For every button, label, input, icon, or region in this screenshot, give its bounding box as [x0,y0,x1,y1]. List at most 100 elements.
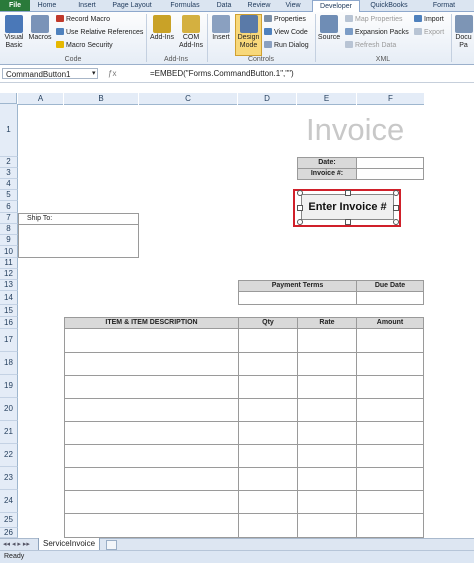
addins-button[interactable]: Add-Ins [148,15,176,42]
item-cell[interactable] [64,444,239,468]
row-header[interactable]: 13 [0,280,18,291]
tab-review[interactable]: Review [243,0,275,11]
name-box[interactable]: CommandButton1 [2,68,98,79]
document-panel-button[interactable]: Docu Pa [453,15,474,50]
row-header[interactable]: 3 [0,168,18,179]
row-header[interactable]: 14 [0,291,18,305]
column-header-e[interactable]: E [297,93,356,105]
view-code-button[interactable]: View Code [264,28,308,37]
properties-button[interactable]: Properties [264,15,306,24]
row-header[interactable]: 25 [0,513,18,528]
due-date-cell[interactable] [356,291,424,305]
resize-handle[interactable] [393,219,399,225]
expansion-packs-button[interactable]: Expansion Packs [345,28,409,37]
column-header-b[interactable]: B [64,93,138,105]
new-sheet-icon[interactable] [106,540,117,550]
row-header[interactable]: 4 [0,179,18,190]
macros-button[interactable]: Macros [28,15,52,42]
row-header[interactable]: 22 [0,444,18,467]
item-cell[interactable] [356,421,424,445]
row-header[interactable]: 7 [0,213,18,224]
item-cell[interactable] [297,352,357,376]
item-cell[interactable] [238,375,298,399]
item-cell[interactable] [356,444,424,468]
row-header[interactable]: 9 [0,235,18,246]
item-cell[interactable] [64,421,239,445]
row-header[interactable]: 5 [0,190,18,201]
item-cell[interactable] [64,513,239,538]
macro-security-button[interactable]: Macro Security [56,41,113,50]
tab-formulas[interactable]: Formulas [165,0,205,11]
row-header[interactable]: 15 [0,305,18,317]
chevron-down-icon[interactable]: ▾ [92,69,96,77]
resize-handle[interactable] [297,219,303,225]
row-header[interactable]: 16 [0,317,18,329]
enter-invoice-button[interactable]: Enter Invoice # [301,194,394,220]
design-mode-button[interactable]: Design Mode [235,14,262,56]
function-icon[interactable]: ƒx [108,69,116,78]
record-macro-button[interactable]: Record Macro [56,15,110,24]
run-dialog-button[interactable]: Run Dialog [264,41,309,50]
row-header[interactable]: 2 [0,157,18,168]
row-header[interactable]: 20 [0,398,18,421]
com-addins-button[interactable]: COM Add-Ins [177,15,205,50]
item-cell[interactable] [356,398,424,422]
item-cell[interactable] [297,421,357,445]
item-cell[interactable] [356,467,424,491]
source-button[interactable]: Source [317,15,341,42]
tab-format[interactable]: Format [424,0,464,11]
tab-file[interactable]: File [0,0,30,11]
item-cell[interactable] [356,513,424,538]
tab-view[interactable]: View [281,0,305,11]
visual-basic-button[interactable]: Visual Basic [2,15,26,50]
use-relative-references-button[interactable]: Use Relative References [56,28,143,37]
item-cell[interactable] [238,421,298,445]
map-properties-button[interactable]: Map Properties [345,15,402,24]
item-cell[interactable] [238,467,298,491]
item-cell[interactable] [64,398,239,422]
item-cell[interactable] [238,328,298,353]
row-header[interactable]: 11 [0,258,18,269]
item-cell[interactable] [64,352,239,376]
item-cell[interactable] [297,513,357,538]
ship-to-address[interactable] [18,224,139,258]
row-header[interactable]: 23 [0,467,18,490]
row-header[interactable]: 18 [0,352,18,375]
item-cell[interactable] [64,328,239,353]
item-cell[interactable] [297,398,357,422]
row-header[interactable]: 24 [0,490,18,513]
select-all-corner[interactable] [0,93,17,104]
refresh-data-button[interactable]: Refresh Data [345,41,396,50]
item-cell[interactable] [64,467,239,491]
item-cell[interactable] [297,467,357,491]
sheet-nav-icon[interactable]: ◂◂ ◂ ▸ ▸▸ [3,540,30,548]
resize-handle[interactable] [297,205,303,211]
item-cell[interactable] [238,398,298,422]
item-cell[interactable] [238,513,298,538]
tab-quickbooks[interactable]: QuickBooks [364,0,414,11]
resize-handle[interactable] [393,190,399,196]
tab-insert[interactable]: Insert [73,0,101,11]
resize-handle[interactable] [297,190,303,196]
item-cell[interactable] [297,490,357,514]
item-cell[interactable] [297,444,357,468]
item-cell[interactable] [356,352,424,376]
item-cell[interactable] [356,490,424,514]
payment-terms-cell[interactable] [238,291,357,305]
import-button[interactable]: Import [414,15,444,24]
row-header[interactable]: 12 [0,269,18,280]
item-cell[interactable] [356,375,424,399]
column-header-f[interactable]: F [357,93,424,105]
invoice-number-cell[interactable] [356,168,424,180]
resize-handle[interactable] [345,219,351,225]
row-header[interactable]: 26 [0,528,18,538]
item-cell[interactable] [238,444,298,468]
item-cell[interactable] [297,328,357,353]
resize-handle[interactable] [345,190,351,196]
resize-handle[interactable] [393,205,399,211]
tab-data[interactable]: Data [212,0,236,11]
tab-home[interactable]: Home [34,0,60,11]
row-header[interactable]: 10 [0,246,18,258]
export-button[interactable]: Export [414,28,444,37]
column-header-a[interactable]: A [18,93,63,105]
